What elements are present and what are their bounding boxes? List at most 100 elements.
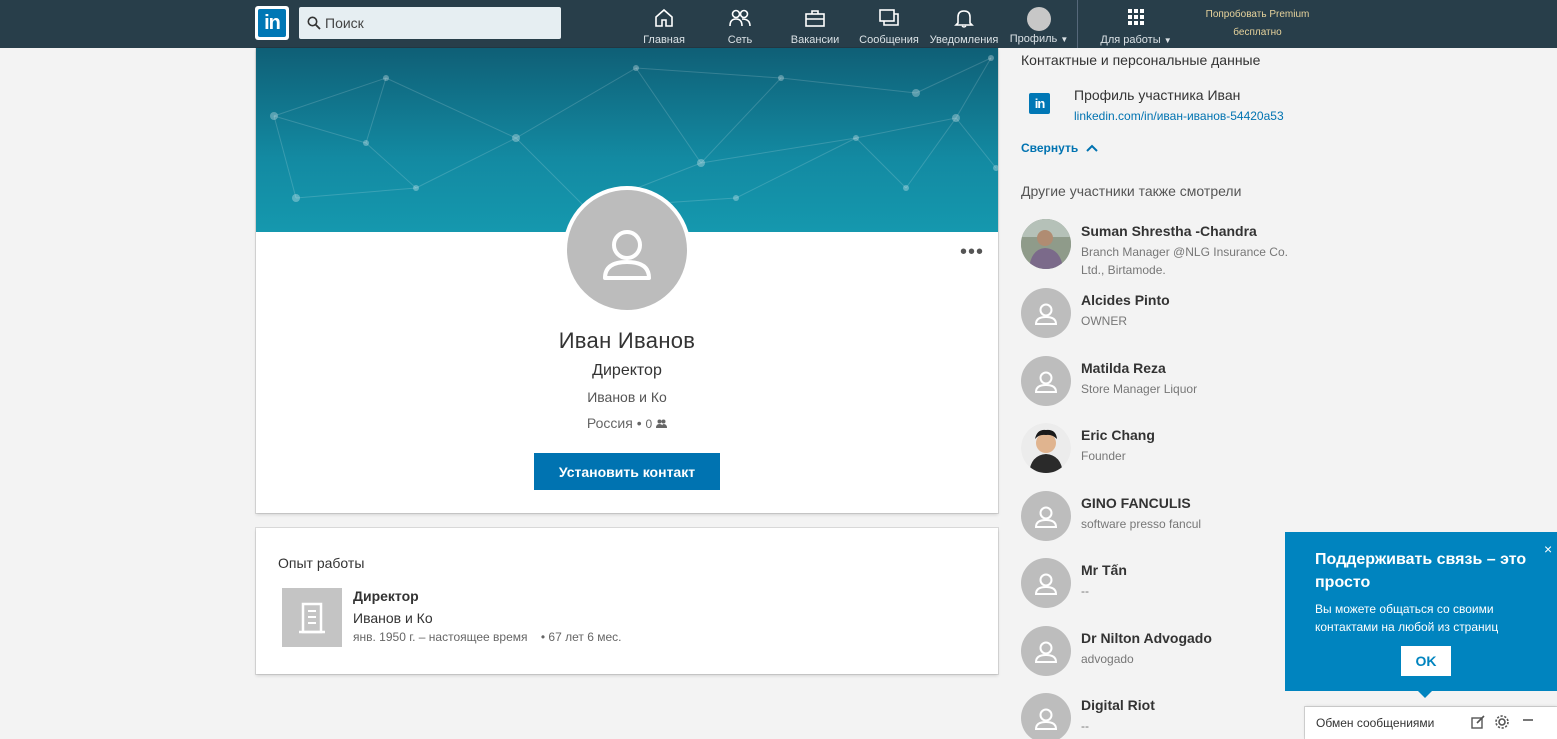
messaging-bar[interactable]: Обмен сообщениями [1305,707,1557,739]
peer-name[interactable]: Dr Nilton Advogado [1081,630,1212,646]
person-placeholder-icon [603,230,651,280]
nav-profile-label-wrap: Профиль ▼ [1007,33,1071,45]
search-icon [307,16,321,30]
peer-name[interactable]: Eric Chang [1081,427,1155,443]
profile-location: Россия [586,415,633,431]
peer-headline: advogado [1081,652,1134,666]
profile-company: Иванов и Ко [587,389,667,405]
search-input[interactable] [325,7,555,39]
avatar-icon [1027,7,1051,31]
peer-photo[interactable] [1021,356,1071,406]
peer-headline: -- [1081,719,1089,733]
separator-dot: • [636,415,646,431]
popup-ok-button[interactable]: OK [1401,646,1451,676]
separator-dot: • [530,630,549,644]
contact-profile-label: Профиль участника Иван [1074,87,1241,103]
peer-name[interactable]: Suman Shrestha -Chandra [1081,223,1257,239]
profile-name: Иван Иванов [558,328,696,353]
peer-photo[interactable] [1021,491,1071,541]
building-icon [299,602,325,634]
person-photo-icon [1021,423,1071,473]
nav-jobs-label: Вакансии [790,34,840,46]
nav-jobs[interactable]: Вакансии [786,4,844,46]
peer-name[interactable]: Matilda Reza [1081,360,1166,376]
peer-item[interactable]: Matilda Reza Store Manager Liquor [1021,356,1301,412]
nav-for-business[interactable]: Для работы ▼ [1097,4,1175,46]
peer-item[interactable]: Dr Nilton Advogado advogado [1021,626,1301,682]
peer-item[interactable]: Eric Chang Founder [1021,423,1301,479]
peer-item[interactable]: Mr Tấn -- [1021,558,1301,614]
peer-photo[interactable] [1021,219,1071,269]
peer-photo[interactable] [1021,626,1071,676]
nav-divider [1077,0,1078,48]
nav-notifications[interactable]: Уведомления [927,4,1001,46]
peer-photo[interactable] [1021,558,1071,608]
person-placeholder-icon [1034,303,1058,325]
popup-tail [1417,690,1433,698]
stay-connected-popup: × Поддерживать связь – это просто Вы мож… [1285,532,1557,698]
popup-body: Вы можете общаться со своими контактами … [1315,602,1499,634]
grid-icon [1128,9,1144,25]
caret-down-icon: ▼ [1163,36,1172,45]
profile-card: ••• Иван Иванов Директор Иванов и Ко Рос… [256,48,998,513]
collapse-button[interactable]: Свернуть [1021,141,1098,155]
nav-for-business-label-wrap: Для работы ▼ [1097,34,1175,46]
nav-profile-label: Профиль [1009,33,1058,45]
peer-name[interactable]: GINO FANCULIS [1081,495,1191,511]
experience-title[interactable]: Директор [353,588,419,604]
peers-heading: Другие участники также смотрели [1021,183,1242,199]
premium-line-1: Попробовать Premium [1205,9,1310,20]
nav-home-label: Главная [643,34,685,46]
peer-headline: Store Manager Liquor [1081,382,1198,396]
minimize-icon[interactable] [1520,714,1536,730]
nav-network[interactable]: Сеть [716,4,764,46]
contact-profile-link[interactable]: linkedin.com/in/иван-иванов-54420a53 [1074,109,1284,123]
nav-network-label: Сеть [727,34,753,46]
linkedin-logo[interactable]: in [255,6,289,40]
connections-icon [656,419,668,428]
peer-photo[interactable] [1021,693,1071,739]
person-placeholder-icon [1034,641,1058,663]
peer-item[interactable]: Alcides Pinto OWNER [1021,288,1301,344]
peer-name[interactable]: Digital Riot [1081,697,1155,713]
peer-item[interactable]: Digital Riot -- [1021,693,1301,739]
nav-home[interactable]: Главная [640,4,688,46]
nav-for-business-label: Для работы [1100,34,1161,46]
experience-heading: Опыт работы [278,555,365,571]
home-icon [655,8,673,27]
contact-heading: Контактные и персональные данные [1021,52,1261,68]
close-icon[interactable]: × [1544,541,1552,557]
profile-headline: Директор [592,362,662,379]
network-icon [729,9,751,27]
nav-profile[interactable]: Профиль ▼ [1007,4,1071,46]
more-actions-button[interactable]: ••• [960,242,984,264]
person-photo-icon [1021,219,1071,269]
nav-notifications-label: Уведомления [929,34,999,46]
gear-icon[interactable] [1494,714,1510,730]
peer-name[interactable]: Mr Tấn [1081,562,1127,578]
premium-link[interactable]: Попробовать Premium бесплатно [1190,6,1325,42]
peer-photo[interactable] [1021,288,1071,338]
connections-count[interactable]: 0 [646,417,653,431]
profile-photo[interactable] [563,186,691,314]
messages-icon [879,9,899,26]
compose-icon[interactable] [1470,714,1486,730]
search-box[interactable] [299,7,561,39]
peer-photo[interactable] [1021,423,1071,473]
messaging-label[interactable]: Обмен сообщениями [1316,716,1434,730]
peer-headline: software presso fancul [1081,517,1202,531]
peer-headline: -- [1081,584,1089,598]
caret-down-icon: ▼ [1060,35,1069,44]
nav-messages-label: Сообщения [859,34,919,46]
experience-dates: янв. 1950 г. – настоящее время [353,630,528,644]
person-placeholder-icon [1034,506,1058,528]
nav-messages[interactable]: Сообщения [857,4,921,46]
experience-dates-line: янв. 1950 г. – настоящее время • 67 лет … [353,630,621,644]
company-logo[interactable] [282,588,342,647]
experience-duration: 67 лет 6 мес. [548,630,622,644]
connect-button[interactable]: Установить контакт [534,453,720,490]
experience-card: Опыт работы Директор Иванов и Ко янв. 19… [256,528,998,674]
peer-item[interactable]: GINO FANCULIS software presso fancul [1021,491,1301,547]
peer-item[interactable]: Suman Shrestha -Chandra Branch Manager @… [1021,219,1301,277]
peer-name[interactable]: Alcides Pinto [1081,292,1170,308]
